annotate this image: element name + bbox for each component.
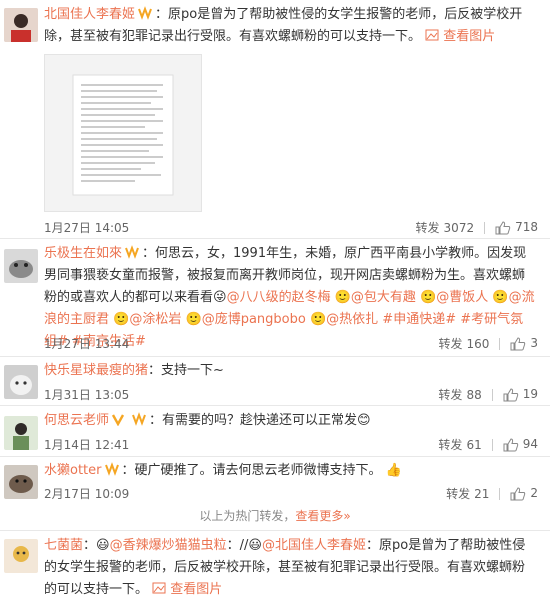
mention-link[interactable]: @热依扎 (326, 312, 378, 327)
repost-button[interactable]: 转发 21 (446, 485, 489, 502)
list-item: 乐极生在如來 ：何思云，女，1991年生，未婚，原广西平南县小学教师。因发现男同事… (0, 239, 550, 355)
repost-list: 北国佳人李春姬 ：原po是曾为了帮助被性侵的女学生报警的老师，后反被学校开除，甚至… (0, 0, 550, 597)
comment-body: ：支持一下~ (148, 363, 224, 378)
divider (499, 487, 501, 500)
repost-button[interactable]: 转发 3072 (416, 219, 475, 236)
image-icon (152, 582, 166, 594)
emoji-icon: 🙂 (185, 312, 202, 327)
repost-button[interactable]: 转发 160 (438, 335, 489, 352)
mention-link[interactable]: @庞博pangbobo (202, 312, 306, 327)
like-button[interactable]: 19 (503, 387, 538, 402)
username-link[interactable]: 北国佳人李春姬 (44, 7, 135, 22)
avatar-image (4, 249, 38, 283)
divider (491, 438, 493, 451)
more-reposts-bar: 以上为热门转发，查看更多» (199, 509, 351, 523)
action-bar: 转发 3072 718 (416, 219, 538, 236)
document-image (72, 74, 174, 196)
mention-link[interactable]: @香辣爆炒猫猫虫粒 (110, 538, 227, 553)
avatar-image (4, 465, 38, 499)
like-button[interactable]: 718 (495, 220, 538, 235)
thumbs-up-icon (510, 487, 526, 501)
like-button[interactable]: 2 (510, 486, 538, 501)
mention-link[interactable]: @八八级的赵冬梅 (227, 290, 331, 305)
username-link[interactable]: 水獭otter (44, 463, 102, 478)
emoji-icon: 🙂 (113, 312, 130, 327)
thumbs-up-emoji-icon: 👍 (385, 463, 402, 478)
laugh-emoji-icon: 😜 (213, 290, 227, 305)
username-link[interactable]: 乐极生在如來 (44, 246, 122, 261)
hashtag-link[interactable]: #申通快递# (382, 312, 456, 327)
comment-body: ：硬广硬推了。请去何思云老师微博支持下。 (121, 463, 382, 478)
comment-text: 快乐星球最瘦的猪：支持一下~ (44, 360, 536, 382)
action-bar: 转发 21 2 (446, 485, 538, 502)
avatar-image (4, 365, 38, 399)
avatar[interactable] (4, 249, 38, 283)
view-more-link[interactable]: 查看更多» (295, 509, 350, 523)
username-link[interactable]: 何思云老师 (44, 413, 109, 428)
comment-text: 北国佳人李春姬 ：原po是曾为了帮助被性侵的女学生报警的老师，后反被学校开除，甚至… (44, 4, 536, 48)
emoji-icon: 😃 (96, 538, 110, 553)
image-icon (425, 29, 439, 41)
thumbs-up-icon (503, 438, 518, 452)
emoji-icon: 😃 (248, 538, 262, 553)
emoji-icon: 🙂 (334, 290, 351, 305)
vip-badge-icon (131, 412, 147, 426)
vip-badge-icon (104, 462, 120, 476)
emoji-icon: 🙂 (492, 290, 509, 305)
timestamp: 1月27日 14:05 (44, 221, 130, 235)
username-link[interactable]: 七菌菌 (44, 538, 83, 553)
divider (484, 221, 486, 234)
divider (499, 337, 501, 350)
mention-link[interactable]: @涂松岩 (129, 312, 181, 327)
divider (491, 388, 493, 401)
like-button[interactable]: 94 (503, 437, 538, 452)
mention-link[interactable]: @曹饭人 (436, 290, 488, 305)
timestamp: 1月31日 13:05 (44, 388, 130, 402)
comment-text: 七菌菌：😃@香辣爆炒猫猫虫粒：//😃@北国佳人李春姬：原po是曾为了帮助被性侵的… (44, 538, 526, 597)
avatar[interactable] (4, 465, 38, 499)
attached-image-thumbnail[interactable] (44, 54, 202, 212)
timestamp: 1月14日 12:41 (44, 438, 130, 452)
comment-body: ：有需要的吗？趁快递还可以正常发 (149, 413, 358, 428)
emoji-icon: 🙂 (420, 290, 437, 305)
comment-text: 水獭otter ：硬广硬推了。请去何思云老师微博支持下。 👍 (44, 460, 536, 482)
action-bar: 转发 88 19 (438, 386, 538, 403)
list-item: 北国佳人李春姬 ：原po是曾为了帮助被性侵的女学生报警的老师，后反被学校开除，甚至… (0, 0, 550, 238)
verified-v-icon (111, 412, 127, 427)
list-item: 水獭otter ：硬广硬推了。请去何思云老师微博支持下。 👍 2月17日 10:0… (0, 457, 550, 507)
like-button[interactable]: 3 (510, 336, 538, 351)
thumbs-up-icon (495, 221, 511, 235)
comment-text: 何思云老师 ：有需要的吗？趁快递还可以正常发😊 (44, 410, 536, 432)
repost-button[interactable]: 转发 88 (438, 386, 481, 403)
avatar[interactable] (4, 365, 38, 399)
emoji-icon: 🙂 (309, 312, 327, 327)
mention-link[interactable]: @北国佳人李春姬 (262, 538, 366, 553)
view-image-link[interactable]: 查看图片 (152, 582, 222, 597)
list-item: 七菌菌：😃@香辣爆炒猫猫虫粒：//😃@北国佳人李春姬：原po是曾为了帮助被性侵的… (0, 531, 550, 597)
avatar[interactable] (4, 416, 38, 450)
action-bar: 转发 61 94 (438, 436, 538, 453)
timestamp: 1月27日 13:44 (44, 337, 130, 351)
list-item: 何思云老师 ：有需要的吗？趁快递还可以正常发😊 1月14日 12:41 转发 61 … (0, 406, 550, 458)
action-bar: 转发 160 3 (438, 335, 538, 352)
vip-badge-icon (124, 245, 140, 259)
thumbs-up-icon (510, 337, 526, 351)
avatar[interactable] (4, 8, 38, 42)
avatar-image (4, 8, 38, 42)
username-link[interactable]: 快乐星球最瘦的猪 (44, 363, 148, 378)
vip-badge-icon (137, 6, 153, 20)
avatar-image (4, 539, 38, 573)
timestamp: 2月17日 10:09 (44, 487, 130, 501)
thumbs-up-icon (503, 388, 518, 402)
avatar-image (4, 416, 38, 450)
mention-link[interactable]: @包大有趣 (351, 290, 416, 305)
view-image-link[interactable]: 查看图片 (425, 29, 495, 44)
repost-button[interactable]: 转发 61 (438, 436, 481, 453)
list-item: 快乐星球最瘦的猪：支持一下~ 1月31日 13:05 转发 88 19 (0, 357, 550, 409)
avatar[interactable] (4, 539, 38, 573)
smile-emoji-icon: 😊 (357, 413, 371, 428)
